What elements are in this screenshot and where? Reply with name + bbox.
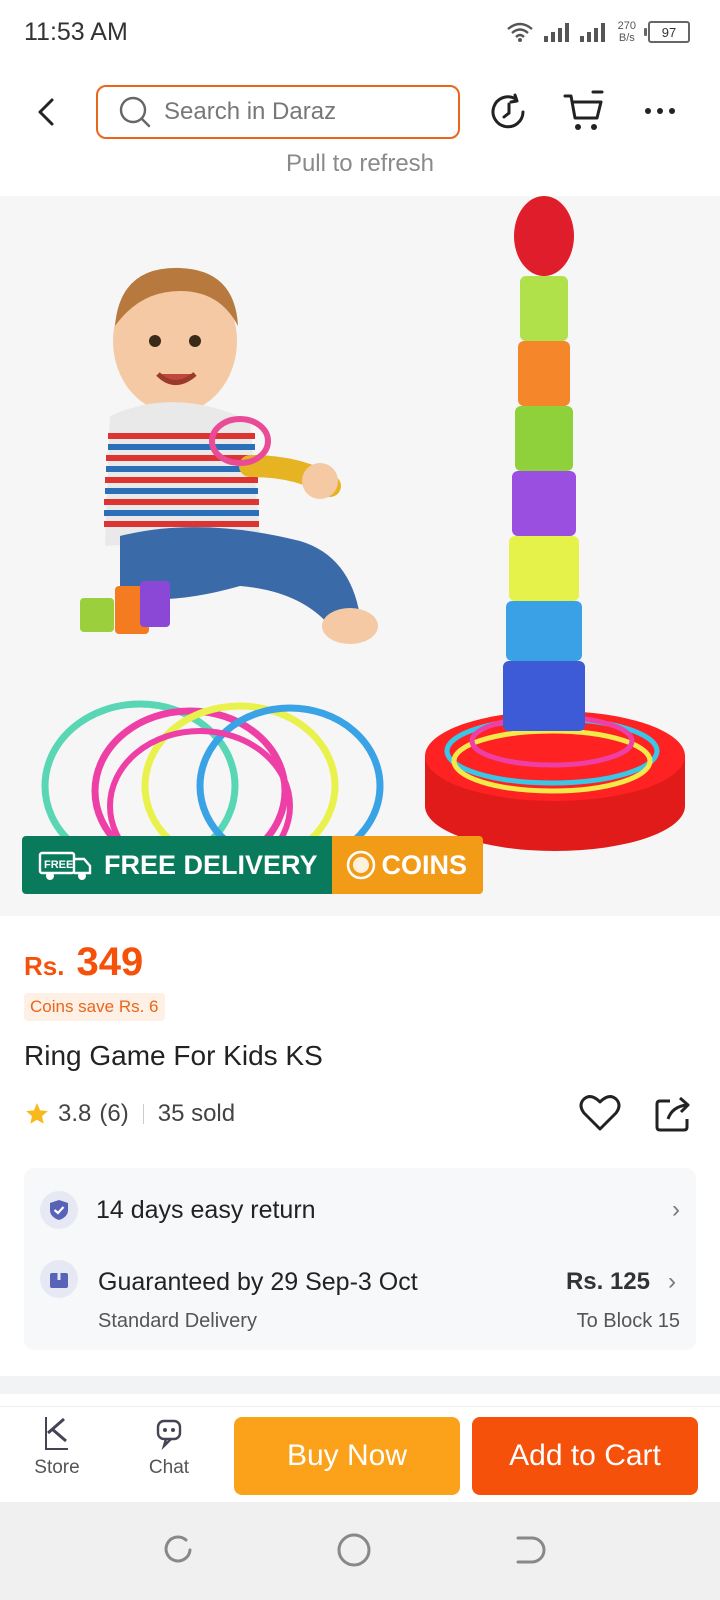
price-value: 349 xyxy=(76,940,144,984)
net-speed-unit: B/s xyxy=(618,32,635,44)
shield-check-icon xyxy=(40,1191,78,1229)
signal-icon xyxy=(543,23,569,42)
price-currency: Rs. xyxy=(24,951,65,981)
history-icon xyxy=(491,93,525,129)
divider xyxy=(142,1104,144,1124)
net-speed-value: 270 xyxy=(617,20,636,32)
heart-icon xyxy=(579,1095,621,1131)
more-dots-icon xyxy=(645,108,675,114)
store-button[interactable]: Store xyxy=(12,1415,102,1479)
product-title: Ring Game For Kids KS xyxy=(24,1040,323,1071)
share-icon xyxy=(655,1096,690,1132)
net-speed: 270 B/s xyxy=(618,20,636,44)
star-icon xyxy=(26,1103,48,1124)
promo-badge: FREE FREE DELIVERY COINS xyxy=(22,836,484,894)
add-to-cart-button[interactable]: Add to Cart xyxy=(472,1417,698,1495)
wishlist-button[interactable] xyxy=(578,1093,622,1133)
delivery-row[interactable]: Guaranteed by 29 Sep-3 Oct Standard Deli… xyxy=(40,1260,680,1340)
coins-save-tag: Coins save Rs. 6 xyxy=(24,993,165,1021)
back-button[interactable] xyxy=(30,92,66,132)
signal-icon-2 xyxy=(579,23,605,42)
free-delivery-badge: FREE FREE DELIVERY xyxy=(22,836,332,894)
sold-count: 35 sold xyxy=(157,1100,236,1127)
back-arrow-icon xyxy=(38,98,54,126)
back-nav-icon[interactable] xyxy=(512,1532,548,1568)
home-icon[interactable] xyxy=(336,1532,372,1568)
more-options-button[interactable] xyxy=(640,96,680,126)
share-button[interactable] xyxy=(654,1093,694,1133)
service-info-box: 14 days easy return › Guaranteed by 29 S… xyxy=(24,1168,696,1350)
delivery-fee: Rs. 125 xyxy=(565,1268,650,1295)
return-policy-row[interactable]: 14 days easy return › xyxy=(40,1188,680,1232)
bottom-action-bar: Store Chat Buy Now Add to Cart xyxy=(0,1406,720,1503)
search-input[interactable]: Search in Daraz xyxy=(96,85,460,139)
battery-icon: 97 xyxy=(644,21,690,43)
chevron-right-icon: › xyxy=(672,1196,680,1223)
delivery-truck-icon: FREE xyxy=(38,851,92,880)
system-navigation-bar xyxy=(0,1502,720,1600)
cart-icon xyxy=(563,90,604,130)
free-delivery-label: FREE DELIVERY xyxy=(104,849,318,880)
rating-value: 3.8 xyxy=(58,1100,92,1127)
coins-label: COINS xyxy=(381,849,468,880)
store-icon xyxy=(45,1417,68,1450)
pull-to-refresh-hint: Pull to refresh xyxy=(285,150,435,177)
history-button[interactable] xyxy=(489,92,529,132)
battery-level: 97 xyxy=(661,24,677,40)
coin-icon xyxy=(346,850,375,880)
delivery-type: Standard Delivery xyxy=(98,1310,257,1332)
buy-now-button[interactable]: Buy Now xyxy=(234,1417,460,1495)
delivery-location: To Block 15 xyxy=(576,1310,680,1332)
rating-count: (6) xyxy=(99,1100,129,1127)
cart-button[interactable] xyxy=(562,90,606,134)
store-label: Store xyxy=(34,1457,80,1478)
price: Rs. 349 xyxy=(24,940,143,985)
coins-badge: COINS xyxy=(331,836,484,894)
status-icons: 270 B/s 97 xyxy=(506,20,690,44)
product-photo xyxy=(0,196,720,916)
status-time: 11:53 AM xyxy=(24,18,128,46)
free-tag: FREE xyxy=(44,859,73,871)
chat-label: Chat xyxy=(148,1457,190,1478)
rating-row[interactable]: 3.8 (6) 35 sold xyxy=(24,1100,235,1128)
section-divider xyxy=(0,1376,720,1394)
wifi-icon xyxy=(506,22,533,42)
return-policy-text: 14 days easy return xyxy=(96,1195,316,1224)
product-image[interactable] xyxy=(0,196,720,916)
search-placeholder: Search in Daraz xyxy=(164,98,337,125)
chevron-right-icon: › xyxy=(668,1268,676,1295)
delivery-guarantee: Guaranteed by 29 Sep-3 Oct xyxy=(98,1268,418,1296)
search-icon xyxy=(119,96,151,128)
recents-icon[interactable] xyxy=(160,1532,196,1568)
chat-button[interactable]: Chat xyxy=(124,1415,214,1479)
package-icon xyxy=(40,1260,78,1298)
chat-icon xyxy=(156,1419,182,1451)
